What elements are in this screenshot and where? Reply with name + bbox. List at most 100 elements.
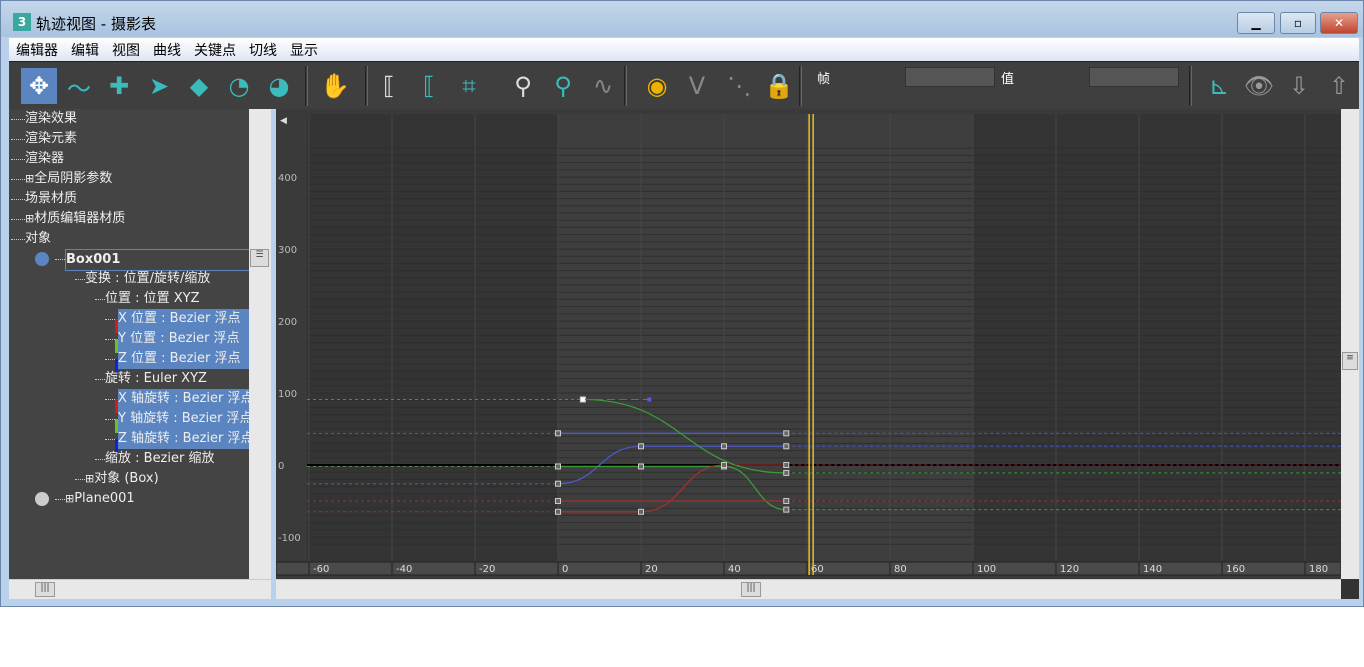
y-tick-label: 100: [278, 389, 297, 400]
tree-item[interactable]: 渲染器: [11, 149, 65, 169]
tree-item[interactable]: ⊞材质编辑器材质: [11, 209, 125, 229]
frame-horizontal-icon[interactable]: ⟦: [371, 68, 407, 104]
tree-item-label: 全局阴影参数: [34, 171, 113, 186]
menu-6[interactable]: 显示: [283, 38, 324, 60]
pan-icon[interactable]: ✋: [317, 68, 353, 104]
linear-tangents-icon[interactable]: ⋱: [721, 68, 757, 104]
tree-connector: [11, 239, 25, 240]
key-point: [638, 463, 644, 470]
tree-item-label: 渲染元素: [25, 131, 78, 146]
zoom-region-extents-icon[interactable]: ⌗: [451, 68, 487, 104]
y-tick-label: 0: [278, 461, 284, 472]
key-point: [783, 469, 790, 476]
graph-horizontal-scrollbar[interactable]: |||: [276, 579, 1341, 599]
curve-editor-graph[interactable]: 400 300 200 100 0 -100 -60 -40 -20 0 20 40 60 80 100 12…: [275, 109, 1342, 579]
tree-horizontal-scrollbar[interactable]: |||: [9, 579, 271, 599]
tree-item[interactable]: ⊞Plane001: [35, 489, 135, 509]
toolbar: 帧 值 ✥ 〜 ✚ ➤ ◆ ◔ ◕ ✋ ⟦ ⟦ ⌗ ⚲ ⚲ ∿ ◉ V ⋱ 🔒 ⊾ 👁 ⇩ ⇧: [9, 61, 1359, 109]
tree-item[interactable]: 变换 : 位置/旋转/缩放: [75, 269, 211, 289]
tree-item[interactable]: Y 轴旋转 : Bezier 浮点: [105, 409, 258, 433]
filter-icon[interactable]: 👁: [1241, 68, 1277, 104]
tree-connector: [11, 139, 25, 140]
frame-values-icon[interactable]: ⟦: [411, 68, 447, 104]
tree-connector: [105, 359, 115, 360]
frame-icon[interactable]: ⊾: [1201, 68, 1237, 104]
tree-item[interactable]: ⊞对象 (Box): [75, 469, 159, 489]
tree-connector: [11, 179, 25, 180]
menu-2[interactable]: 视图: [105, 38, 146, 60]
add-keys-icon[interactable]: ✚: [101, 68, 137, 104]
tree-item-label: Z 轴旋转 : Bezier 浮点: [118, 429, 258, 449]
curve-chart[interactable]: 4003002001000-100-60 -40 -20 0 20 40 60 80 100 12…: [275, 109, 1342, 579]
tree-item-label: 旋转 : Euler XYZ: [105, 371, 207, 386]
zoom-icon[interactable]: ⚲: [505, 68, 541, 104]
toolbar-separator: [799, 66, 802, 106]
tree-item-label: 场景材质: [25, 191, 78, 206]
tree-item[interactable]: 对象: [11, 229, 51, 249]
expand-icon[interactable]: ⊞: [25, 172, 34, 185]
scale-keys-time-icon[interactable]: ◔: [221, 68, 257, 104]
tree-item[interactable]: 位置 : 位置 XYZ: [95, 289, 200, 309]
tree-item-label: 渲染器: [25, 151, 65, 166]
minimize-button[interactable]: ▁: [1237, 12, 1275, 34]
tree-item-label: X 位置 : Bezier 浮点: [118, 309, 258, 329]
show-tangents-icon[interactable]: ◉: [639, 68, 675, 104]
zoom-region-icon[interactable]: ⚲: [545, 68, 581, 104]
menu-0[interactable]: 编辑器: [9, 38, 64, 60]
tree-item[interactable]: 渲染效果: [11, 109, 77, 129]
key-point: [783, 430, 790, 437]
expand-icon[interactable]: ⊞: [65, 492, 74, 505]
tree-item-label: 变换 : 位置/旋转/缩放: [85, 271, 211, 286]
y-tick-label: -100: [278, 533, 301, 544]
tree-connector: [95, 379, 105, 380]
isolate-curve-icon[interactable]: ∿: [585, 68, 621, 104]
draw-curves-icon[interactable]: 〜: [61, 68, 97, 104]
toolbar-separator: [305, 66, 308, 106]
tree-item[interactable]: Box001: [35, 249, 250, 271]
tree-item[interactable]: 渲染元素: [11, 129, 78, 149]
tree-item[interactable]: X 轴旋转 : Bezier 浮点: [105, 389, 258, 413]
key-point: [638, 508, 644, 515]
x-tick-label: 20: [645, 564, 658, 575]
tree-vertical-scrollbar[interactable]: ☰: [249, 109, 271, 579]
value-field[interactable]: [1089, 67, 1179, 87]
tree-item[interactable]: 场景材质: [11, 189, 78, 209]
x-tick-label: 40: [728, 564, 741, 575]
tree-connector: [75, 279, 85, 280]
lock-tangents-icon[interactable]: 🔒: [761, 68, 797, 104]
tree-item[interactable]: ⊞全局阴影参数: [11, 169, 113, 189]
select-region-icon[interactable]: ➤: [141, 68, 177, 104]
frame-field[interactable]: [905, 67, 995, 87]
move-keys-icon[interactable]: ✥: [21, 68, 57, 104]
y-tick-label: 200: [278, 317, 297, 328]
snap-up-icon[interactable]: ⇧: [1321, 68, 1357, 104]
y-tick-label: 400: [278, 173, 297, 184]
snap-down-icon[interactable]: ⇩: [1281, 68, 1317, 104]
tree-item[interactable]: Z 位置 : Bezier 浮点: [105, 349, 258, 373]
tree-item[interactable]: 缩放 : Bezier 缩放: [95, 449, 214, 469]
maximize-button[interactable]: ▫: [1280, 12, 1316, 34]
close-button[interactable]: ✕: [1320, 12, 1358, 34]
tree-connector: [105, 439, 115, 440]
tree-item[interactable]: X 位置 : Bezier 浮点: [105, 309, 258, 333]
menu-5[interactable]: 切线: [242, 38, 283, 60]
scale-values-icon[interactable]: ◕: [261, 68, 297, 104]
tree-item[interactable]: Z 轴旋转 : Bezier 浮点: [105, 429, 258, 453]
y-tick-label: 300: [278, 245, 297, 256]
menu-4[interactable]: 关键点: [187, 38, 242, 60]
key-point: [555, 430, 561, 437]
tangent-handle-end: [647, 397, 652, 402]
flat-tangents-icon[interactable]: V: [679, 68, 715, 104]
menu-1[interactable]: 编辑: [64, 38, 105, 60]
x-tick-label: 160: [1226, 564, 1245, 575]
title-bar: 3 轨迹视图 - 摄影表 ▁ ▫ ✕: [1, 1, 1363, 37]
slide-keys-icon[interactable]: ◆: [181, 68, 217, 104]
tree-item[interactable]: 旋转 : Euler XYZ: [95, 369, 207, 389]
tree-item[interactable]: Y 位置 : Bezier 浮点: [105, 329, 258, 353]
expand-icon[interactable]: ⊞: [25, 212, 34, 225]
resize-grip[interactable]: [1341, 579, 1359, 599]
tree-connector: [95, 299, 105, 300]
expand-icon[interactable]: ⊞: [85, 472, 94, 485]
graph-vertical-scrollbar[interactable]: ≡: [1341, 109, 1359, 579]
menu-3[interactable]: 曲线: [146, 38, 187, 60]
